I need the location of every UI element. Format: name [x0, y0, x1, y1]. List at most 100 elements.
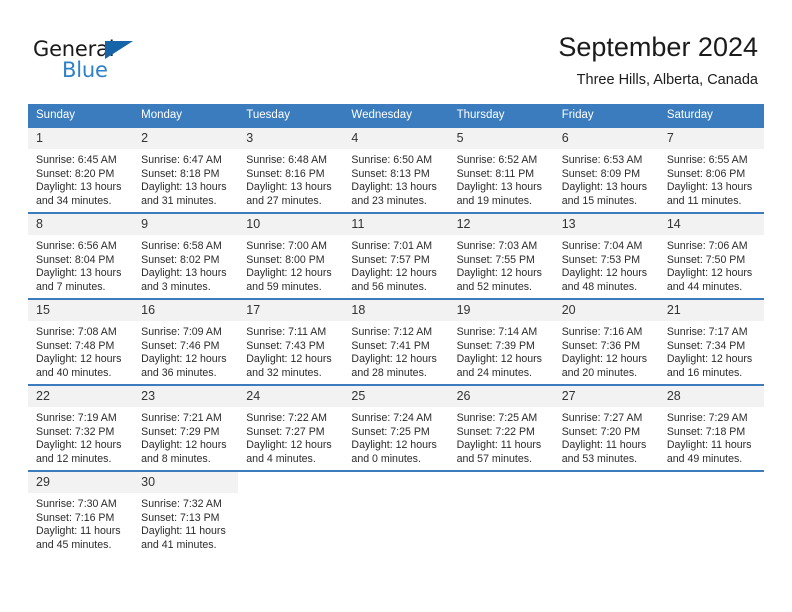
- calendar-week-row: 15 Sunrise: 7:08 AM Sunset: 7:48 PM Dayligh…: [28, 298, 764, 385]
- sunset-text: Sunset: 7:34 PM: [666, 339, 746, 352]
- daylight-text-line1: Daylight: 12 hours: [351, 439, 437, 452]
- page-title: September 2024: [558, 32, 758, 62]
- day-number: [659, 472, 764, 479]
- day-cell[interactable]: 3 Sunrise: 6:48 AM Sunset: 8:16 PM Daylight…: [238, 126, 344, 213]
- daylight-text-line1: Daylight: 12 hours: [666, 267, 753, 280]
- daylight-text-line1: Daylight: 12 hours: [141, 353, 227, 366]
- day-number: 20: [553, 300, 659, 321]
- sunrise-text: Sunrise: 6:47 AM: [141, 154, 222, 166]
- day-cell[interactable]: 8 Sunrise: 6:56 AM Sunset: 8:04 PM Daylight…: [28, 212, 134, 299]
- day-cell[interactable]: 15 Sunrise: 7:08 AM Sunset: 7:48 PM Dayligh…: [28, 298, 134, 385]
- day-cell[interactable]: 11 Sunrise: 7:01 AM Sunset: 7:57 PM Dayligh…: [343, 212, 449, 299]
- day-cell[interactable]: 14 Sunrise: 7:06 AM Sunset: 7:50 PM Dayligh…: [658, 212, 764, 299]
- day-number: [449, 472, 554, 479]
- daylight-text-line2: and 3 minutes.: [141, 280, 211, 293]
- daylight-text-line2: and 56 minutes.: [351, 280, 427, 293]
- day-cell-empty: [448, 470, 554, 556]
- day-cell[interactable]: 24 Sunrise: 7:22 AM Sunset: 7:27 PM Dayligh…: [238, 384, 344, 471]
- calendar-week-row: 29 Sunrise: 7:30 AM Sunset: 7:16 PM Dayligh…: [28, 470, 764, 556]
- weekday-header-monday: Monday: [133, 104, 239, 127]
- daylight-text-line2: and 41 minutes.: [141, 538, 217, 551]
- day-cell[interactable]: 26 Sunrise: 7:25 AM Sunset: 7:22 PM Dayligh…: [448, 384, 554, 471]
- calendar-page: General Blue September 2024 Three Hills,…: [0, 0, 792, 612]
- sunrise-text: Sunrise: 7:17 AM: [666, 326, 748, 338]
- day-number: 1: [28, 128, 134, 149]
- sunrise-text: Sunrise: 6:52 AM: [456, 154, 538, 166]
- daylight-text-line1: Daylight: 12 hours: [141, 439, 227, 452]
- day-cell[interactable]: 17 Sunrise: 7:11 AM Sunset: 7:43 PM Dayligh…: [238, 298, 344, 385]
- weekday-header-tuesday: Tuesday: [238, 104, 344, 127]
- day-details: Sunrise: 6:45 AM Sunset: 8:20 PM Daylight:…: [28, 149, 133, 208]
- day-cell[interactable]: 1 Sunrise: 6:45 AM Sunset: 8:20 PM Daylight…: [28, 126, 134, 213]
- day-details: Sunrise: 7:04 AM Sunset: 7:53 PM Daylight:…: [554, 235, 659, 294]
- sunrise-text: Sunrise: 7:11 AM: [246, 326, 327, 338]
- sunset-text: Sunset: 7:53 PM: [561, 253, 641, 266]
- day-number: 19: [448, 300, 554, 321]
- day-cell-empty: [658, 470, 764, 556]
- day-number: 21: [658, 300, 764, 321]
- day-cell[interactable]: 19 Sunrise: 7:14 AM Sunset: 7:39 PM Dayligh…: [448, 298, 554, 385]
- daylight-text-line2: and 24 minutes.: [456, 366, 532, 379]
- day-number: 24: [238, 386, 344, 407]
- sunrise-text: Sunrise: 6:56 AM: [36, 240, 117, 252]
- day-number: 15: [28, 300, 134, 321]
- day-cell[interactable]: 6 Sunrise: 6:53 AM Sunset: 8:09 PM Daylight…: [553, 126, 659, 213]
- sunrise-text: Sunrise: 7:03 AM: [456, 240, 538, 252]
- day-number: 4: [343, 128, 449, 149]
- day-number: 23: [133, 386, 239, 407]
- day-details: Sunrise: 7:25 AM Sunset: 7:22 PM Daylight:…: [449, 407, 554, 466]
- day-cell[interactable]: 27 Sunrise: 7:27 AM Sunset: 7:20 PM Dayligh…: [553, 384, 659, 471]
- day-number: 22: [28, 386, 134, 407]
- day-number: 9: [133, 214, 239, 235]
- day-cell[interactable]: 25 Sunrise: 7:24 AM Sunset: 7:25 PM Dayligh…: [343, 384, 449, 471]
- sunrise-text: Sunrise: 7:12 AM: [351, 326, 433, 338]
- calendar-week-row: 8 Sunrise: 6:56 AM Sunset: 8:04 PM Daylight…: [28, 212, 764, 299]
- daylight-text-line1: Daylight: 13 hours: [456, 181, 542, 194]
- day-cell[interactable]: 4 Sunrise: 6:50 AM Sunset: 8:13 PM Daylight…: [343, 126, 449, 213]
- sunset-text: Sunset: 7:16 PM: [36, 511, 115, 524]
- day-cell-empty: [343, 470, 449, 556]
- day-cell[interactable]: 23 Sunrise: 7:21 AM Sunset: 7:29 PM Dayligh…: [133, 384, 239, 471]
- day-details: Sunrise: 7:19 AM Sunset: 7:32 PM Daylight:…: [28, 407, 133, 466]
- day-cell[interactable]: 22 Sunrise: 7:19 AM Sunset: 7:32 PM Dayligh…: [28, 384, 134, 471]
- day-number: 25: [343, 386, 449, 407]
- daylight-text-line1: Daylight: 12 hours: [456, 267, 542, 280]
- day-number: 2: [133, 128, 239, 149]
- day-cell[interactable]: 20 Sunrise: 7:16 AM Sunset: 7:36 PM Dayligh…: [553, 298, 659, 385]
- day-cell[interactable]: 16 Sunrise: 7:09 AM Sunset: 7:46 PM Dayligh…: [133, 298, 239, 385]
- sunset-text: Sunset: 8:16 PM: [246, 167, 325, 180]
- day-cell[interactable]: 18 Sunrise: 7:12 AM Sunset: 7:41 PM Dayligh…: [343, 298, 449, 385]
- day-cell[interactable]: 29 Sunrise: 7:30 AM Sunset: 7:16 PM Dayligh…: [28, 470, 134, 556]
- day-cell[interactable]: 28 Sunrise: 7:29 AM Sunset: 7:18 PM Dayligh…: [658, 384, 764, 471]
- day-number: 16: [133, 300, 239, 321]
- day-cell[interactable]: 9 Sunrise: 6:58 AM Sunset: 8:02 PM Daylight…: [133, 212, 239, 299]
- day-cell[interactable]: 2 Sunrise: 6:47 AM Sunset: 8:18 PM Daylight…: [133, 126, 239, 213]
- day-number: 17: [238, 300, 344, 321]
- daylight-text-line2: and 31 minutes.: [141, 194, 217, 207]
- day-cell[interactable]: 5 Sunrise: 6:52 AM Sunset: 8:11 PM Daylight…: [448, 126, 554, 213]
- day-number: 26: [448, 386, 554, 407]
- generalblue-logo[interactable]: General Blue: [33, 37, 163, 85]
- day-cell[interactable]: 10 Sunrise: 7:00 AM Sunset: 8:00 PM Dayligh…: [238, 212, 344, 299]
- day-cell[interactable]: 12 Sunrise: 7:03 AM Sunset: 7:55 PM Dayligh…: [448, 212, 554, 299]
- sunrise-text: Sunrise: 7:19 AM: [36, 412, 117, 424]
- daylight-text-line1: Daylight: 11 hours: [36, 525, 121, 538]
- sunrise-text: Sunrise: 7:01 AM: [351, 240, 433, 252]
- day-details: Sunrise: 7:16 AM Sunset: 7:36 PM Daylight:…: [554, 321, 659, 380]
- day-details: Sunrise: 6:55 AM Sunset: 8:06 PM Daylight:…: [659, 149, 764, 208]
- daylight-text-line2: and 49 minutes.: [666, 452, 743, 465]
- daylight-text-line1: Daylight: 12 hours: [246, 439, 332, 452]
- title-block: September 2024 Three Hills, Alberta, Can…: [558, 30, 758, 90]
- logo-text-blue: Blue: [62, 58, 108, 82]
- daylight-text-line1: Daylight: 12 hours: [36, 353, 122, 366]
- day-cell[interactable]: 7 Sunrise: 6:55 AM Sunset: 8:06 PM Daylight…: [658, 126, 764, 213]
- daylight-text-line2: and 19 minutes.: [456, 194, 532, 207]
- day-cell[interactable]: 21 Sunrise: 7:17 AM Sunset: 7:34 PM Dayligh…: [658, 298, 764, 385]
- day-cell[interactable]: 30 Sunrise: 7:32 AM Sunset: 7:13 PM Dayligh…: [133, 470, 239, 556]
- sunset-text: Sunset: 7:57 PM: [351, 253, 430, 266]
- day-number: 12: [448, 214, 554, 235]
- daylight-text-line1: Daylight: 13 hours: [141, 267, 227, 280]
- day-cell[interactable]: 13 Sunrise: 7:04 AM Sunset: 7:53 PM Dayligh…: [553, 212, 659, 299]
- daylight-text-line1: Daylight: 13 hours: [351, 181, 437, 194]
- day-number: 10: [238, 214, 344, 235]
